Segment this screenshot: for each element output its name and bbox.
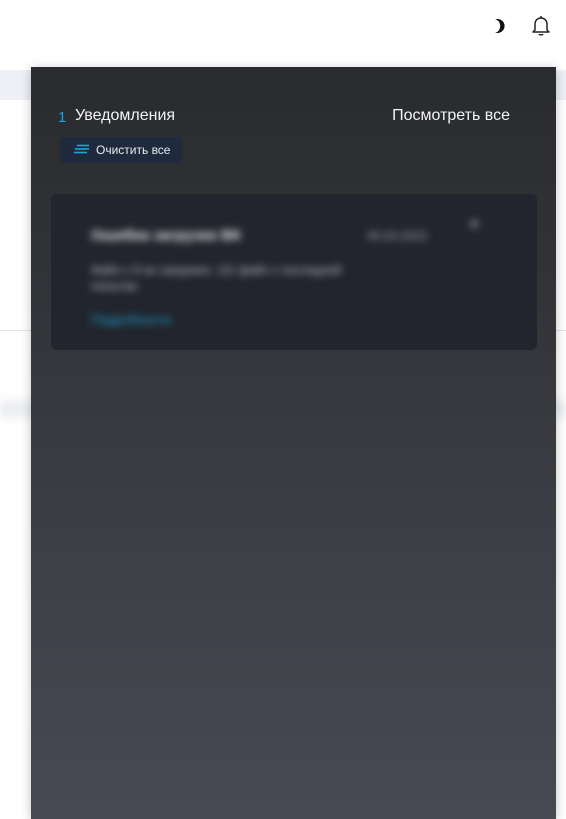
notification-details-link[interactable]: Подробности	[91, 312, 171, 327]
list-lines-icon	[74, 141, 90, 159]
clear-all-label: Очистить все	[96, 143, 171, 157]
moon-icon[interactable]	[484, 12, 512, 40]
notification-body: Файл с 9 не загружен. 111 файл с последн…	[91, 263, 342, 293]
close-icon[interactable]: ×	[469, 214, 480, 235]
notification-card[interactable]: Ошибка загрузки ВК 05.03.2023 × Файл с 9…	[51, 194, 537, 350]
notification-date: 05.03.2023	[367, 229, 428, 243]
notification-content: Ошибка загрузки ВК 05.03.2023 × Файл с 9…	[51, 194, 537, 350]
clear-all-button[interactable]: Очистить все	[60, 137, 183, 163]
notifications-panel: 1 Уведомления Посмотреть все Очистить вс…	[31, 67, 556, 819]
notifications-title: Уведомления	[75, 107, 176, 124]
notification-count: 1	[58, 109, 67, 126]
bell-icon[interactable]	[527, 12, 555, 40]
notification-title: Ошибка загрузки ВК	[91, 227, 241, 244]
view-all-link[interactable]: Посмотреть все	[392, 107, 510, 125]
